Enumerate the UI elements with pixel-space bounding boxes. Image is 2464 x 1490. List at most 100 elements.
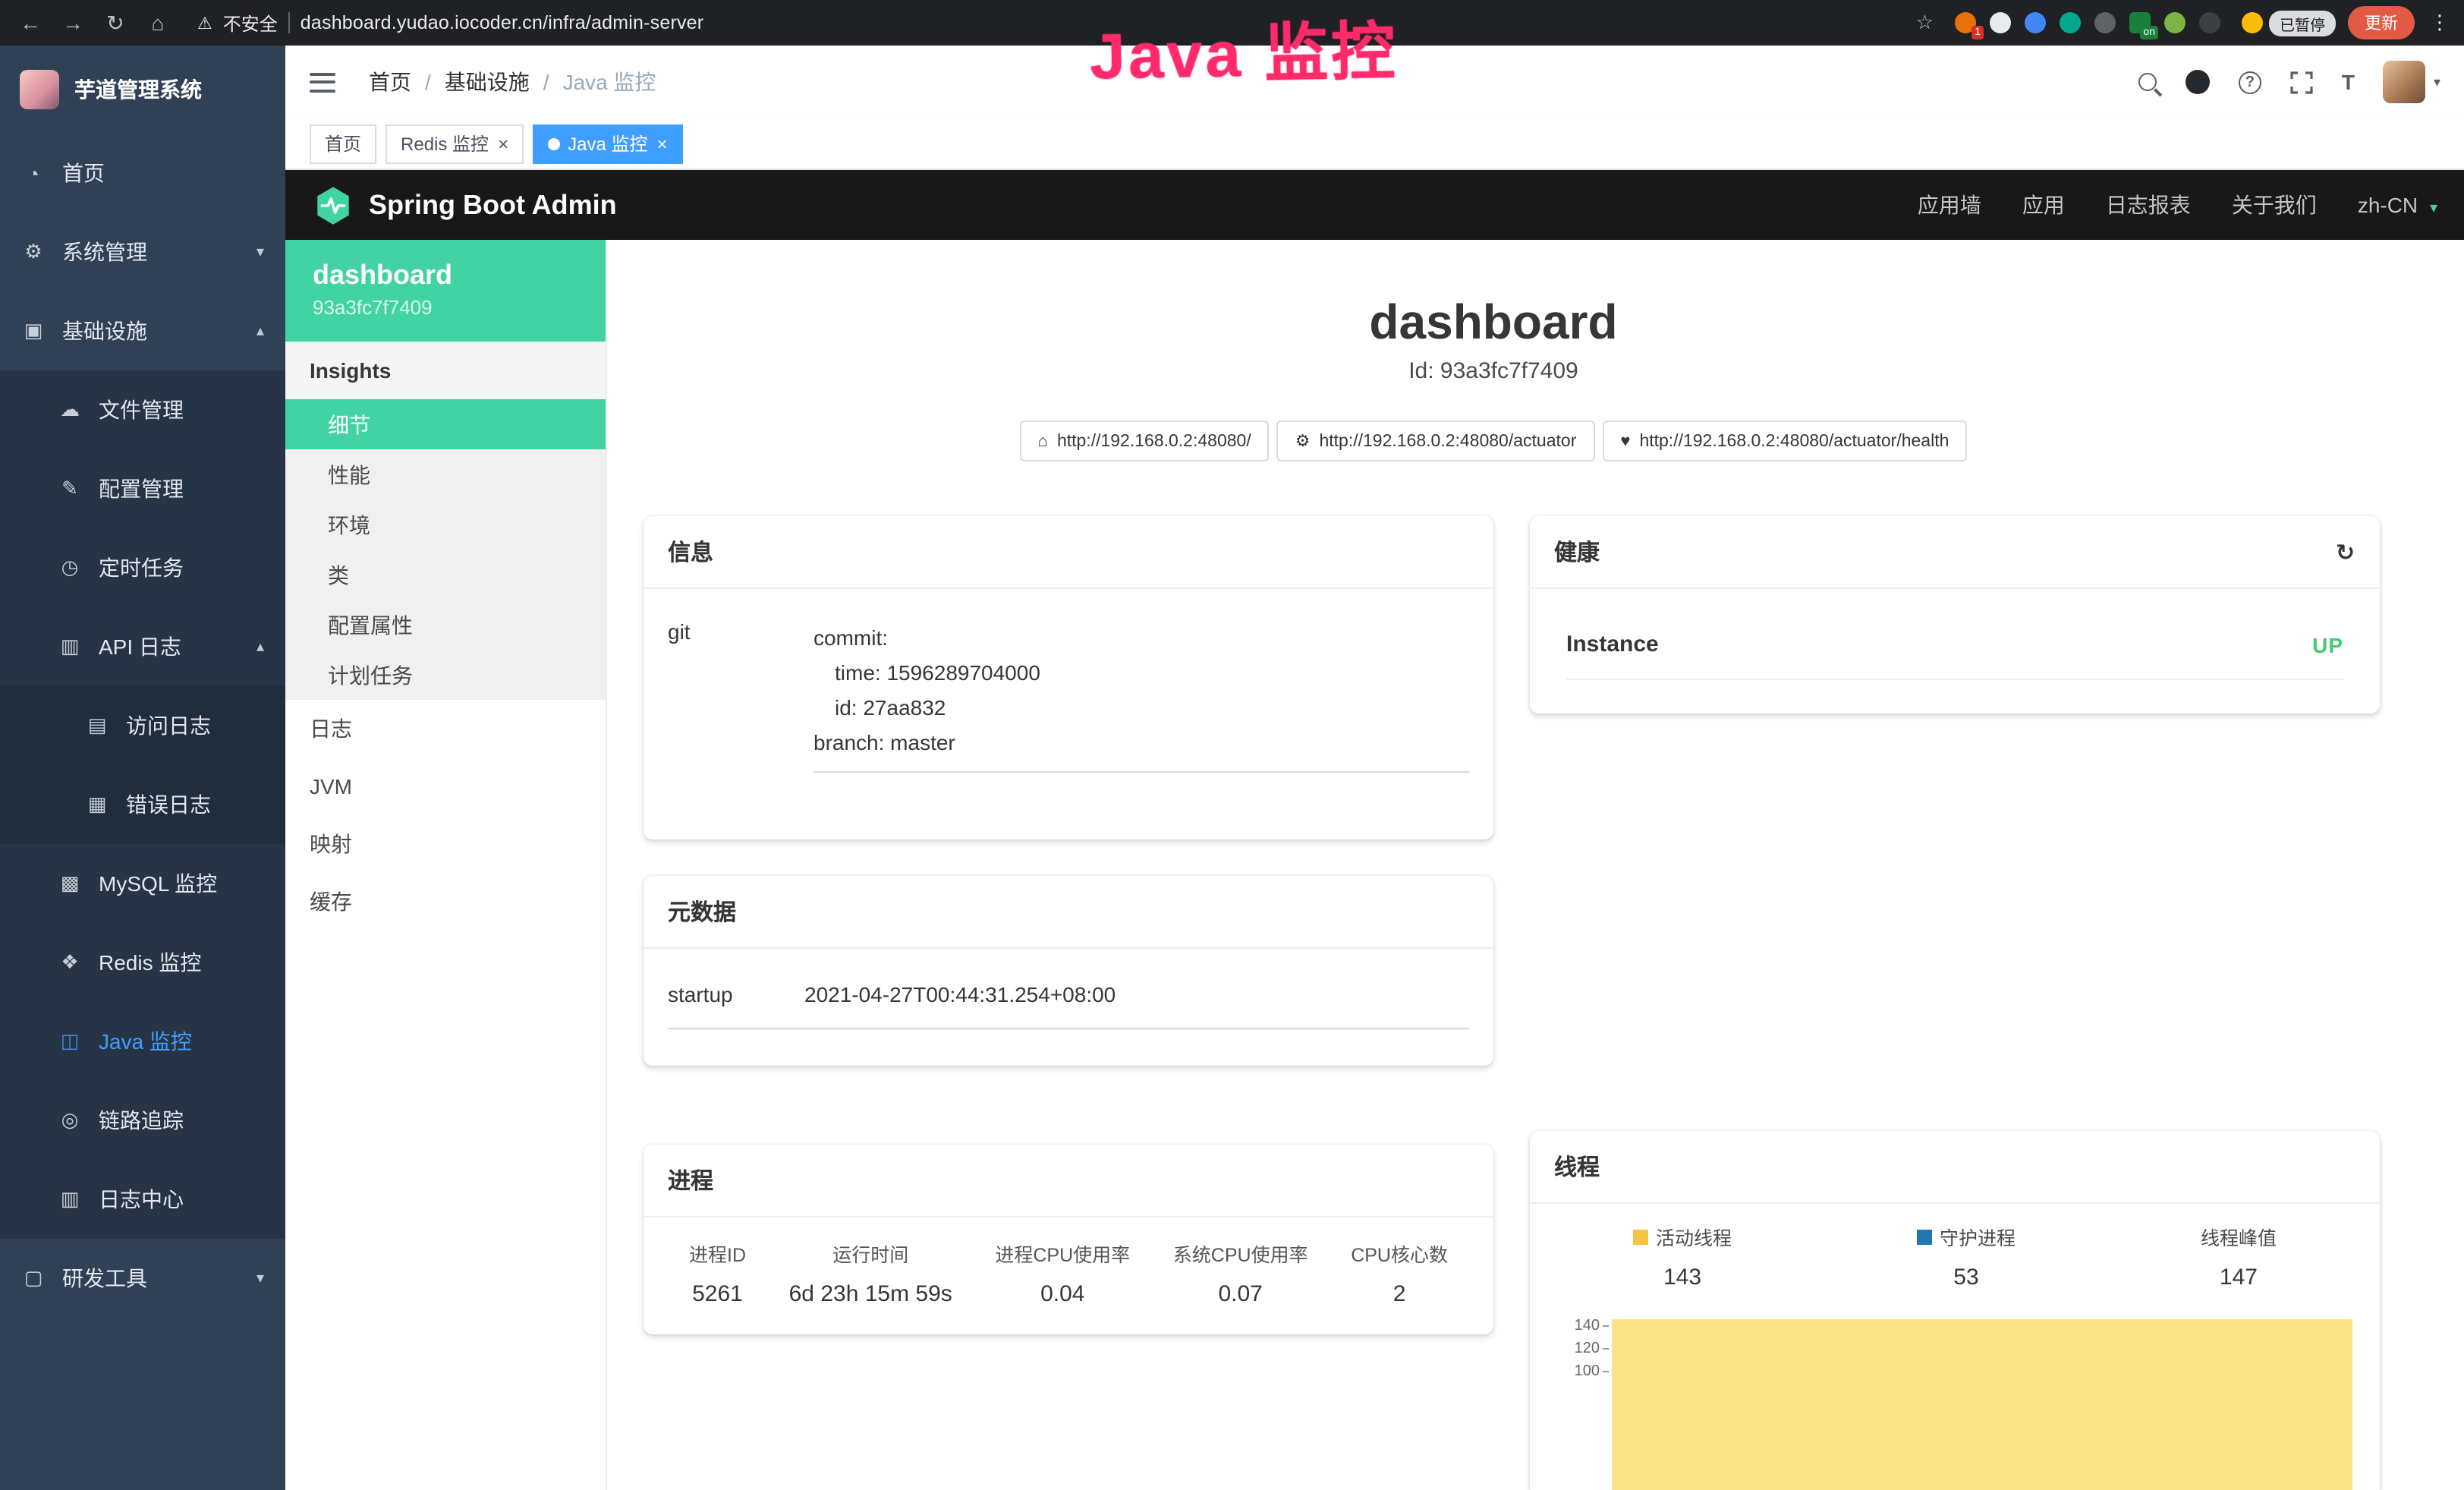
sba-menu-classes[interactable]: 类 — [285, 550, 606, 600]
sba-main: dashboard Id: 93a3fc7f7409 ⌂ http://192.… — [607, 240, 2464, 1490]
sba-menu-environment[interactable]: 环境 — [285, 499, 606, 550]
extension-icon[interactable] — [2025, 12, 2046, 33]
sidebar-item-log-center[interactable]: ▥ 日志中心 — [0, 1160, 285, 1239]
sba-nav-language[interactable]: zh-CN ▾ — [2358, 193, 2437, 217]
extension-icon[interactable] — [2199, 12, 2220, 33]
font-size-icon[interactable]: T — [2342, 70, 2355, 94]
sidebar-item-infrastructure[interactable]: ▣ 基础设施 ▴ — [0, 291, 285, 370]
sidebar-item-label: Redis 监控 — [99, 947, 264, 978]
sidebar-item-system-management[interactable]: ⚙ 系统管理 ▾ — [0, 213, 285, 291]
sidebar-item-mysql-monitor[interactable]: ▩ MySQL 监控 — [0, 844, 285, 923]
sidebar-item-file-management[interactable]: ☁ 文件管理 — [0, 370, 285, 449]
instance-id: 93a3fc7f7409 — [313, 296, 578, 319]
sba-menu-logs[interactable]: 日志 — [285, 700, 606, 758]
back-icon[interactable]: ← — [15, 11, 46, 35]
link-base-url[interactable]: ⌂ http://192.168.0.2:48080/ — [1020, 421, 1270, 461]
sba-menu-performance[interactable]: 性能 — [285, 449, 606, 499]
close-icon[interactable]: × — [498, 133, 508, 154]
fullscreen-icon[interactable] — [2290, 71, 2313, 93]
sidebar-item-api-logs[interactable]: ▥ API 日志 ▴ — [0, 607, 285, 686]
forward-icon[interactable]: → — [58, 11, 88, 35]
active-threads-area — [1612, 1319, 2352, 1490]
health-instance-label: Instance — [1566, 632, 1659, 657]
sba-nav-applications[interactable]: 应用 — [2022, 190, 2065, 220]
extension-icon[interactable] — [2060, 12, 2081, 33]
process-label: CPU核心数 — [1351, 1238, 1448, 1267]
sidebar-item-label: 访问日志 — [126, 710, 264, 741]
browser-menu-icon[interactable]: ⋮ — [2430, 11, 2450, 35]
process-label: 运行时间 — [789, 1238, 952, 1267]
breadcrumb-home[interactable]: 首页 — [369, 67, 411, 97]
sba-menu-jvm[interactable]: JVM — [285, 758, 606, 815]
instance-name: dashboard — [313, 260, 578, 291]
user-menu[interactable]: ▾ — [2384, 61, 2440, 103]
history-refresh-icon[interactable]: ↺ — [2337, 538, 2355, 565]
app-logo-row[interactable]: 芋道管理系统 — [0, 46, 285, 134]
browser-update-button[interactable]: 更新 — [2348, 6, 2415, 39]
extension-icon[interactable] — [1990, 12, 2011, 33]
extension-icon[interactable]: 1 — [1955, 12, 1976, 33]
sidebar-item-error-logs[interactable]: ▦ 错误日志 — [0, 765, 285, 844]
sidebar-item-tracing[interactable]: ◎ 链路追踪 — [0, 1081, 285, 1160]
extension-icon[interactable] — [2094, 12, 2116, 33]
app-frame: 芋道管理系统 ◔ 首页 ⚙ 系统管理 ▾ ▣ 基础设施 ▴ ☁ 文件管理 ✎ — [0, 46, 2464, 1490]
tag-home[interactable]: 首页 — [310, 124, 376, 163]
sidebar-item-label: 文件管理 — [99, 395, 264, 425]
chevron-down-icon: ▾ — [256, 244, 264, 260]
breadcrumb: 首页 / 基础设施 / Java 监控 — [369, 67, 656, 97]
sba-menu-scheduled-tasks[interactable]: 计划任务 — [285, 650, 606, 700]
layers-icon: ❖ — [58, 950, 82, 975]
sba-menu-section-insights[interactable]: Insights — [285, 342, 606, 399]
breadcrumb-infrastructure[interactable]: 基础设施 — [445, 67, 530, 97]
help-icon[interactable]: ? — [2239, 71, 2261, 93]
sba-menu-insights-group: 细节 性能 环境 类 配置属性 计划任务 — [285, 399, 606, 700]
sba-nav-about[interactable]: 关于我们 — [2232, 190, 2317, 220]
page: ← → ↻ ⌂ ⚠ 不安全 dashboard.yudao.iocoder.cn… — [0, 0, 2464, 1490]
address-bar[interactable]: ⚠ 不安全 dashboard.yudao.iocoder.cn/infra/a… — [197, 10, 703, 36]
card-threads: 线程 活动线程 14 — [1530, 1131, 2380, 1490]
collapse-sidebar-icon[interactable] — [310, 72, 335, 92]
sba-menu-root-group: 日志 JVM 映射 缓存 — [285, 700, 606, 931]
legend-value: 143 — [1633, 1265, 1732, 1290]
eye-icon: ◎ — [58, 1108, 82, 1132]
breadcrumb-separator: / — [425, 70, 431, 94]
sba-menu-mappings[interactable]: 映射 — [285, 815, 606, 873]
card-health: 健康 ↺ Instance UP — [1530, 516, 2380, 713]
health-row[interactable]: Instance UP — [1566, 616, 2343, 680]
metadata-key: startup — [668, 981, 804, 1006]
sidebar-item-label: 基础设施 — [62, 316, 247, 346]
sba-brand[interactable]: Spring Boot Admin — [313, 184, 617, 225]
sba-menu-caches[interactable]: 缓存 — [285, 873, 606, 931]
link-actuator-url[interactable]: ⚙ http://192.168.0.2:48080/actuator — [1277, 421, 1595, 461]
chevron-up-icon: ▴ — [256, 638, 264, 655]
sidebar-item-dev-tools[interactable]: ▢ 研发工具 ▾ — [0, 1239, 285, 1318]
sidebar-item-redis-monitor[interactable]: ❖ Redis 监控 — [0, 923, 285, 1002]
extension-icon[interactable]: on — [2129, 12, 2151, 33]
sidebar-item-config-management[interactable]: ✎ 配置管理 — [0, 449, 285, 528]
extension-icon[interactable] — [2164, 12, 2186, 33]
info-line: commit: — [813, 619, 1469, 654]
sidebar-item-scheduled-jobs[interactable]: ◷ 定时任务 — [0, 528, 285, 607]
link-health-url[interactable]: ♥ http://192.168.0.2:48080/actuator/heal… — [1602, 421, 1967, 461]
sba-header: Spring Boot Admin 应用墙 应用 日志报表 关于我们 zh-CN… — [285, 170, 2464, 240]
close-icon[interactable]: × — [656, 133, 667, 154]
github-icon[interactable] — [2186, 70, 2210, 94]
sidebar-item-access-logs[interactable]: ▤ 访问日志 — [0, 686, 285, 765]
sba-nav-wallboard[interactable]: 应用墙 — [1918, 190, 1981, 220]
instance-header[interactable]: dashboard 93a3fc7f7409 — [285, 240, 606, 342]
sba-nav-journal[interactable]: 日志报表 — [2106, 190, 2191, 220]
document-icon: ▦ — [85, 792, 109, 817]
search-icon[interactable] — [2138, 73, 2157, 91]
paused-extension[interactable]: 已暂停 — [2242, 10, 2336, 36]
sidebar-item-home[interactable]: ◔ 首页 — [0, 134, 285, 213]
tag-java-monitor[interactable]: Java 监控 × — [533, 124, 682, 163]
smiley-icon — [2242, 12, 2263, 33]
bookmark-star-icon[interactable]: ☆ — [1916, 11, 1934, 35]
tag-redis-monitor[interactable]: Redis 监控 × — [385, 124, 524, 163]
browser-home-icon[interactable]: ⌂ — [143, 11, 173, 35]
main-column: 首页 / 基础设施 / Java 监控 ? T ▾ — [285, 46, 2464, 1490]
reload-icon[interactable]: ↻ — [100, 10, 131, 36]
sidebar-item-java-monitor[interactable]: ◫ Java 监控 — [0, 1002, 285, 1081]
sba-menu-details[interactable]: 细节 — [285, 399, 606, 449]
sba-menu-config-props[interactable]: 配置属性 — [285, 600, 606, 650]
